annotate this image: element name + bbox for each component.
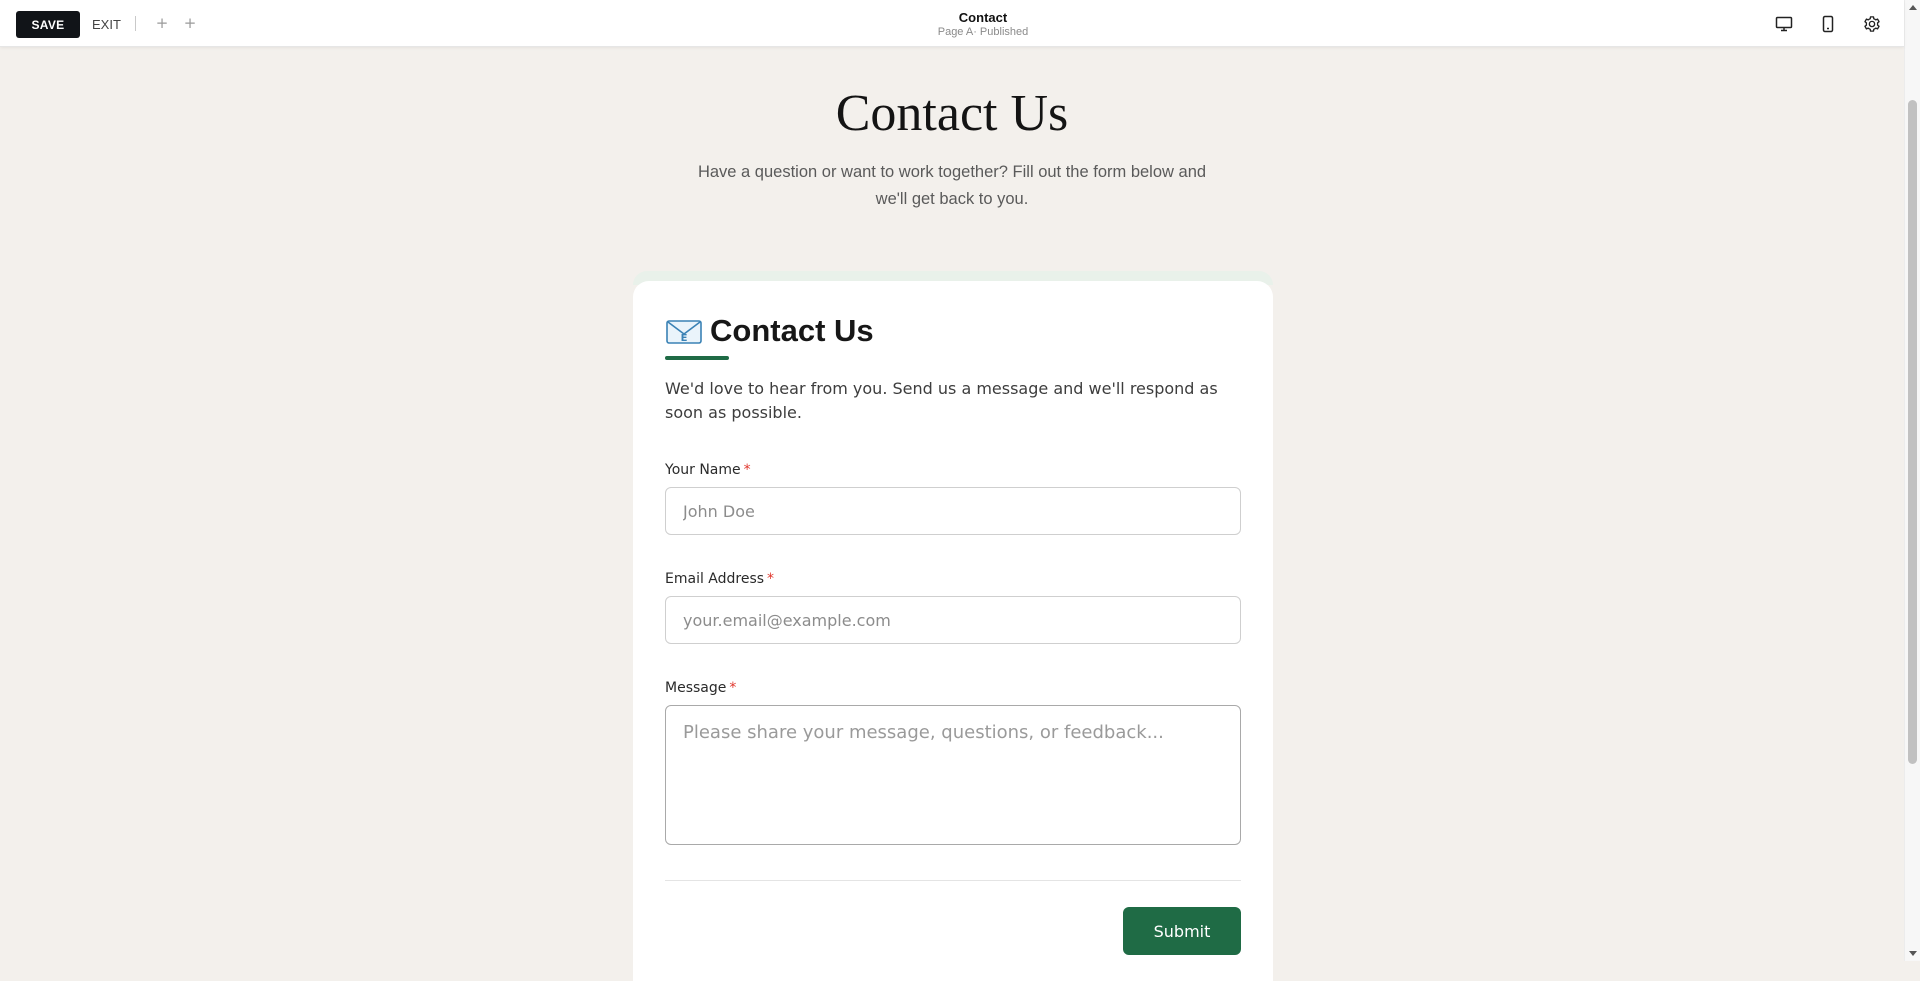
required-marker: * — [767, 571, 775, 587]
settings-icon — [1864, 16, 1880, 32]
page-scrollbar[interactable] — [1904, 0, 1920, 961]
message-textarea[interactable] — [665, 705, 1241, 845]
form-title: Contact Us — [710, 313, 874, 348]
mobile-view-button[interactable] — [1816, 12, 1840, 36]
form-description: We'd love to hear from you. Send us a me… — [665, 379, 1218, 422]
editor-toolbar: SAVE EXIT + + Contact Page A· Published — [0, 0, 1904, 47]
settings-button[interactable] — [1860, 12, 1884, 36]
toolbar-divider — [135, 16, 136, 31]
plus-icon: + — [155, 14, 169, 32]
email-label: Email Address * — [665, 571, 774, 587]
page-info: Contact Page A· Published — [883, 10, 1083, 39]
email-input[interactable] — [665, 596, 1241, 644]
email-label-text: Email Address — [665, 571, 765, 587]
desktop-view-button[interactable] — [1772, 12, 1796, 36]
desktop-view-icon — [1775, 16, 1793, 32]
scroll-down-icon[interactable] — [1909, 951, 1917, 956]
add-element-button[interactable]: + — [153, 12, 171, 34]
envelope-icon: E — [666, 320, 702, 344]
form-divider — [665, 880, 1241, 881]
hero-title: Contact Us — [835, 85, 1069, 142]
save-button[interactable]: SAVE — [16, 11, 80, 38]
name-label: Your Name * — [665, 462, 751, 478]
svg-text:E: E — [681, 333, 688, 344]
message-label: Message * — [665, 680, 736, 696]
page-status: Page A· Published — [937, 26, 1029, 38]
contact-form-card: E Contact Us We'd love to hear from you.… — [633, 281, 1273, 981]
required-marker: * — [729, 680, 737, 696]
scroll-up-icon[interactable] — [1909, 5, 1917, 10]
add-section-button[interactable]: + — [181, 12, 199, 34]
scroll-thumb[interactable] — [1908, 100, 1917, 764]
message-label-text: Message — [665, 680, 727, 696]
required-marker: * — [743, 462, 751, 478]
mobile-view-icon — [1822, 15, 1834, 33]
form-header: E Contact Us — [665, 313, 874, 349]
title-underline — [665, 356, 729, 360]
name-label-text: Your Name — [665, 462, 741, 478]
exit-button[interactable]: EXIT — [86, 11, 127, 38]
plus-icon: + — [183, 14, 197, 32]
hero-subtitle: Have a question or want to work together… — [697, 163, 1207, 208]
page-name: Contact — [958, 10, 1008, 25]
name-input[interactable] — [665, 487, 1241, 535]
submit-button[interactable]: Submit — [1123, 907, 1241, 955]
